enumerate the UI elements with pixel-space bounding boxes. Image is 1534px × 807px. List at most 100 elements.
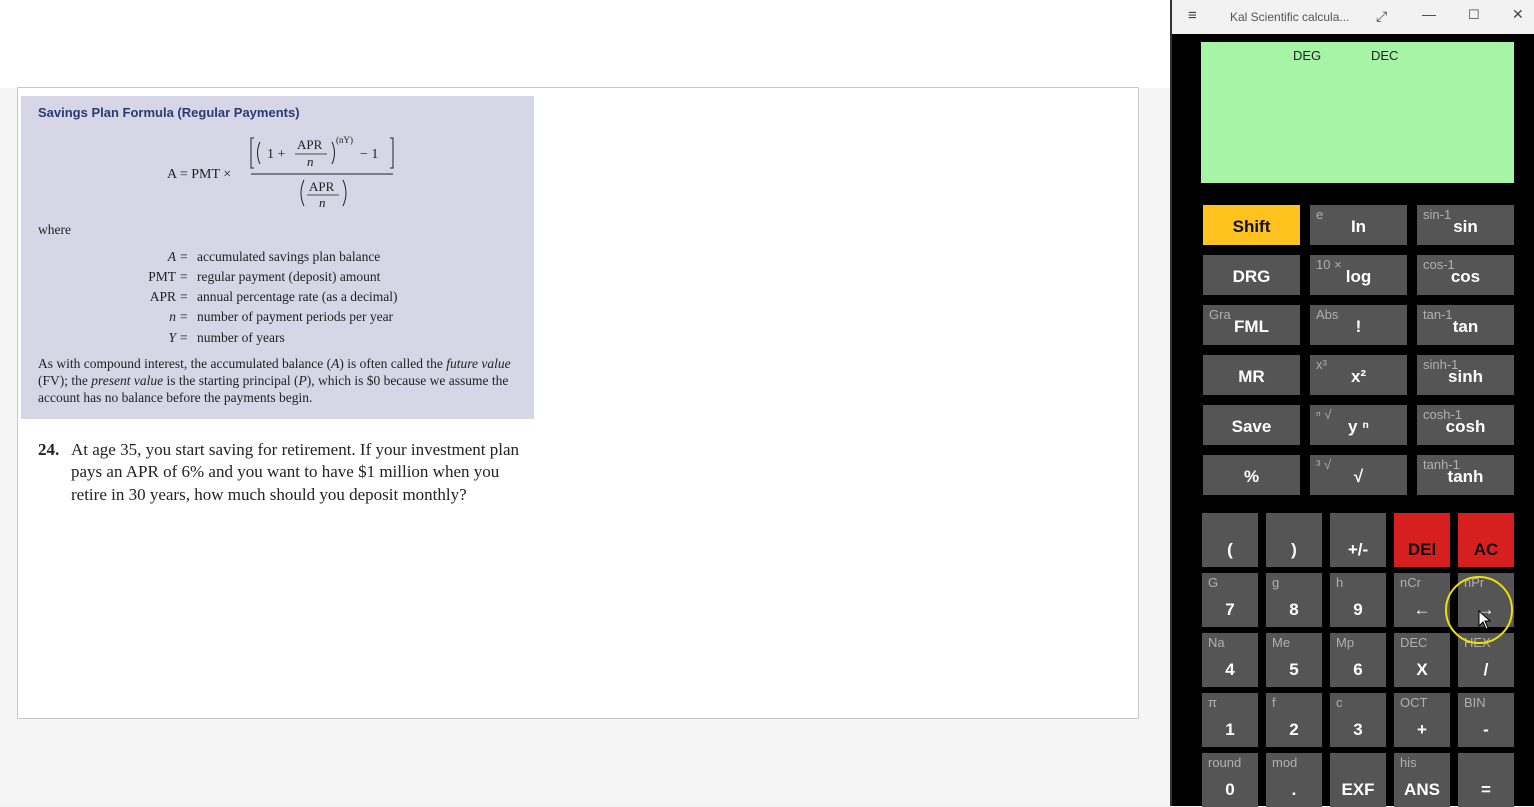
key-equals[interactable]: = bbox=[1458, 753, 1514, 807]
definition-text: accumulated savings plan balance bbox=[197, 249, 381, 264]
key-7[interactable]: G7 bbox=[1202, 573, 1258, 627]
key-9[interactable]: h9 bbox=[1330, 573, 1386, 627]
equals-sign: = bbox=[180, 330, 188, 345]
key-label: 6 bbox=[1353, 660, 1363, 679]
key-label: . bbox=[1291, 780, 1297, 799]
key-negate[interactable]: +/- bbox=[1330, 513, 1386, 567]
key-4[interactable]: Na 4 bbox=[1202, 633, 1258, 687]
key-sin[interactable]: sin-1 sin bbox=[1417, 205, 1514, 245]
formula-note: As with compound interest, the accumulat… bbox=[38, 356, 511, 405]
key-3[interactable]: c3 bbox=[1330, 693, 1386, 747]
equals-sign: = bbox=[180, 309, 188, 324]
definition-symbol: APR bbox=[149, 289, 176, 304]
key-minus[interactable]: BIN - bbox=[1458, 693, 1514, 747]
key-fml[interactable]: Gra FML bbox=[1203, 305, 1300, 345]
viewer-top-area bbox=[0, 0, 1170, 88]
key-label: MR bbox=[1238, 367, 1265, 386]
key-label: 3 bbox=[1353, 720, 1363, 739]
key-6[interactable]: Mp 6 bbox=[1330, 633, 1386, 687]
key-secondary-label: g bbox=[1272, 575, 1280, 590]
hamburger-icon[interactable]: ≡ bbox=[1188, 7, 1197, 24]
minimize-icon[interactable]: — bbox=[1422, 6, 1436, 22]
key-label: DEI bbox=[1407, 540, 1437, 559]
key-mr[interactable]: MR bbox=[1203, 355, 1300, 395]
key-ans[interactable]: his ANS bbox=[1394, 753, 1450, 807]
key-open-paren[interactable]: ( bbox=[1202, 513, 1258, 567]
key-log[interactable]: 10 × log bbox=[1310, 255, 1407, 295]
key-plus[interactable]: OCT + bbox=[1394, 693, 1450, 747]
maximize-icon[interactable]: ☐ bbox=[1468, 7, 1480, 23]
key-label: + bbox=[1417, 720, 1427, 739]
key-label: ( bbox=[1227, 540, 1233, 559]
key-decimal[interactable]: mod. bbox=[1266, 753, 1322, 807]
key-dei[interactable]: DEI bbox=[1394, 513, 1450, 567]
formula-minus-one: − 1 bbox=[360, 147, 378, 162]
key-label: cosh bbox=[1445, 417, 1486, 436]
key-[interactable]: % bbox=[1203, 455, 1300, 495]
key-8[interactable]: g8 bbox=[1266, 573, 1322, 627]
key-ac[interactable]: AC bbox=[1458, 513, 1514, 567]
definition-symbol: n bbox=[169, 309, 176, 324]
equals-sign: = bbox=[180, 289, 188, 304]
key-drg[interactable]: DRG bbox=[1203, 255, 1300, 295]
key-x[interactable]: x³ x² bbox=[1310, 355, 1407, 395]
problem-number: 24. bbox=[38, 440, 60, 459]
formula-apr-top: APR bbox=[297, 137, 323, 152]
key-exf[interactable]: EXF bbox=[1330, 753, 1386, 807]
key-label: FML bbox=[1234, 317, 1269, 336]
key-tanh[interactable]: tanh-1 tanh bbox=[1417, 455, 1514, 495]
expand-icon[interactable]: ⤢ bbox=[1376, 8, 1387, 25]
key-label: EXF bbox=[1341, 780, 1375, 799]
formula-one-plus: 1 + bbox=[267, 147, 286, 162]
key-label: = bbox=[1481, 780, 1491, 799]
key-[interactable]: Abs! bbox=[1310, 305, 1407, 345]
key-label: In bbox=[1350, 217, 1367, 236]
formula-lhs: A = PMT × bbox=[167, 167, 231, 182]
key-multiply[interactable]: DEC X bbox=[1394, 633, 1450, 687]
key-cosh[interactable]: cosh-1 cosh bbox=[1417, 405, 1514, 445]
calculator-display: DEG DEC bbox=[1201, 42, 1514, 183]
key-5[interactable]: Me 5 bbox=[1266, 633, 1322, 687]
definition-text: number of payment periods per year bbox=[197, 309, 394, 324]
key-label: sinh bbox=[1448, 367, 1483, 386]
key-2[interactable]: f2 bbox=[1266, 693, 1322, 747]
key-save[interactable]: Save bbox=[1203, 405, 1300, 445]
key-secondary-label: Mp bbox=[1336, 635, 1355, 650]
key-secondary-label: nCr bbox=[1400, 575, 1421, 590]
key-label: y ⁿ bbox=[1348, 417, 1369, 436]
savings-plan-formula: A = PMT × 1 + APR n (nY) − 1 APR n bbox=[167, 135, 394, 210]
key-label: sin bbox=[1453, 217, 1478, 236]
key-label: 7 bbox=[1225, 600, 1235, 619]
key-secondary-label: Na bbox=[1208, 635, 1225, 650]
key-tan[interactable]: tan-1 tan bbox=[1417, 305, 1514, 345]
key-label: log bbox=[1345, 267, 1372, 286]
key-1[interactable]: π1 bbox=[1202, 693, 1258, 747]
key-secondary-label: his bbox=[1400, 755, 1417, 770]
key-left-arrow[interactable]: nCr ← bbox=[1394, 573, 1450, 627]
key-0[interactable]: round 0 bbox=[1202, 753, 1258, 807]
key-y[interactable]: ⁿ √ y ⁿ bbox=[1310, 405, 1407, 445]
where-label: where bbox=[38, 222, 71, 237]
key-label: 4 bbox=[1225, 660, 1235, 679]
key-label: 2 bbox=[1289, 720, 1299, 739]
formula-n-bottom: n bbox=[319, 195, 326, 210]
key-label: 5 bbox=[1289, 660, 1299, 679]
key-close-paren[interactable]: ) bbox=[1266, 513, 1322, 567]
equals-sign: = bbox=[180, 269, 188, 284]
close-icon[interactable]: ✕ bbox=[1512, 6, 1524, 23]
formula-exponent: (nY) bbox=[336, 135, 353, 145]
key-shift[interactable]: Shift bbox=[1203, 205, 1300, 245]
key-secondary-label: G bbox=[1208, 575, 1219, 590]
problem-text: At age 35, you start saving for retireme… bbox=[71, 440, 520, 504]
definition-symbol: PMT bbox=[148, 269, 176, 284]
key-cos[interactable]: cos-1 cos bbox=[1417, 255, 1514, 295]
key-label: 8 bbox=[1289, 600, 1299, 619]
calculator-titlebar[interactable]: ≡ Kal Scientific calcula... ⤢ — ☐ ✕ bbox=[1172, 0, 1534, 34]
equals-sign: = bbox=[180, 249, 188, 264]
key-sinh[interactable]: sinh-1 sinh bbox=[1417, 355, 1514, 395]
key-[interactable]: ³ √ √ bbox=[1310, 455, 1407, 495]
angle-mode-indicator: DEG bbox=[1293, 48, 1322, 63]
key-label: tanh bbox=[1447, 467, 1484, 486]
key-label: DRG bbox=[1232, 267, 1271, 286]
key-in[interactable]: e In bbox=[1310, 205, 1407, 245]
